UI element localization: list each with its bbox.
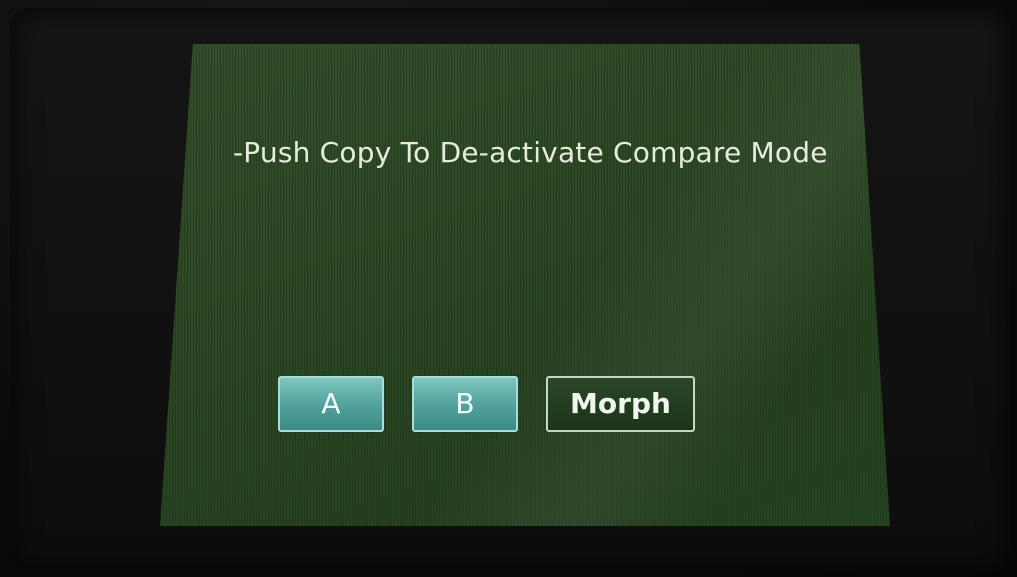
device-frame: -Push Copy To De-activate Compare Mode A… <box>0 0 1017 577</box>
a-button[interactable]: A <box>278 376 384 432</box>
screen-glare <box>160 44 890 526</box>
b-button[interactable]: B <box>412 376 518 432</box>
instruction-message: -Push Copy To De-activate Compare Mode <box>233 136 828 169</box>
lcd-screen: -Push Copy To De-activate Compare Mode A… <box>160 44 890 526</box>
morph-button[interactable]: Morph <box>546 376 695 432</box>
